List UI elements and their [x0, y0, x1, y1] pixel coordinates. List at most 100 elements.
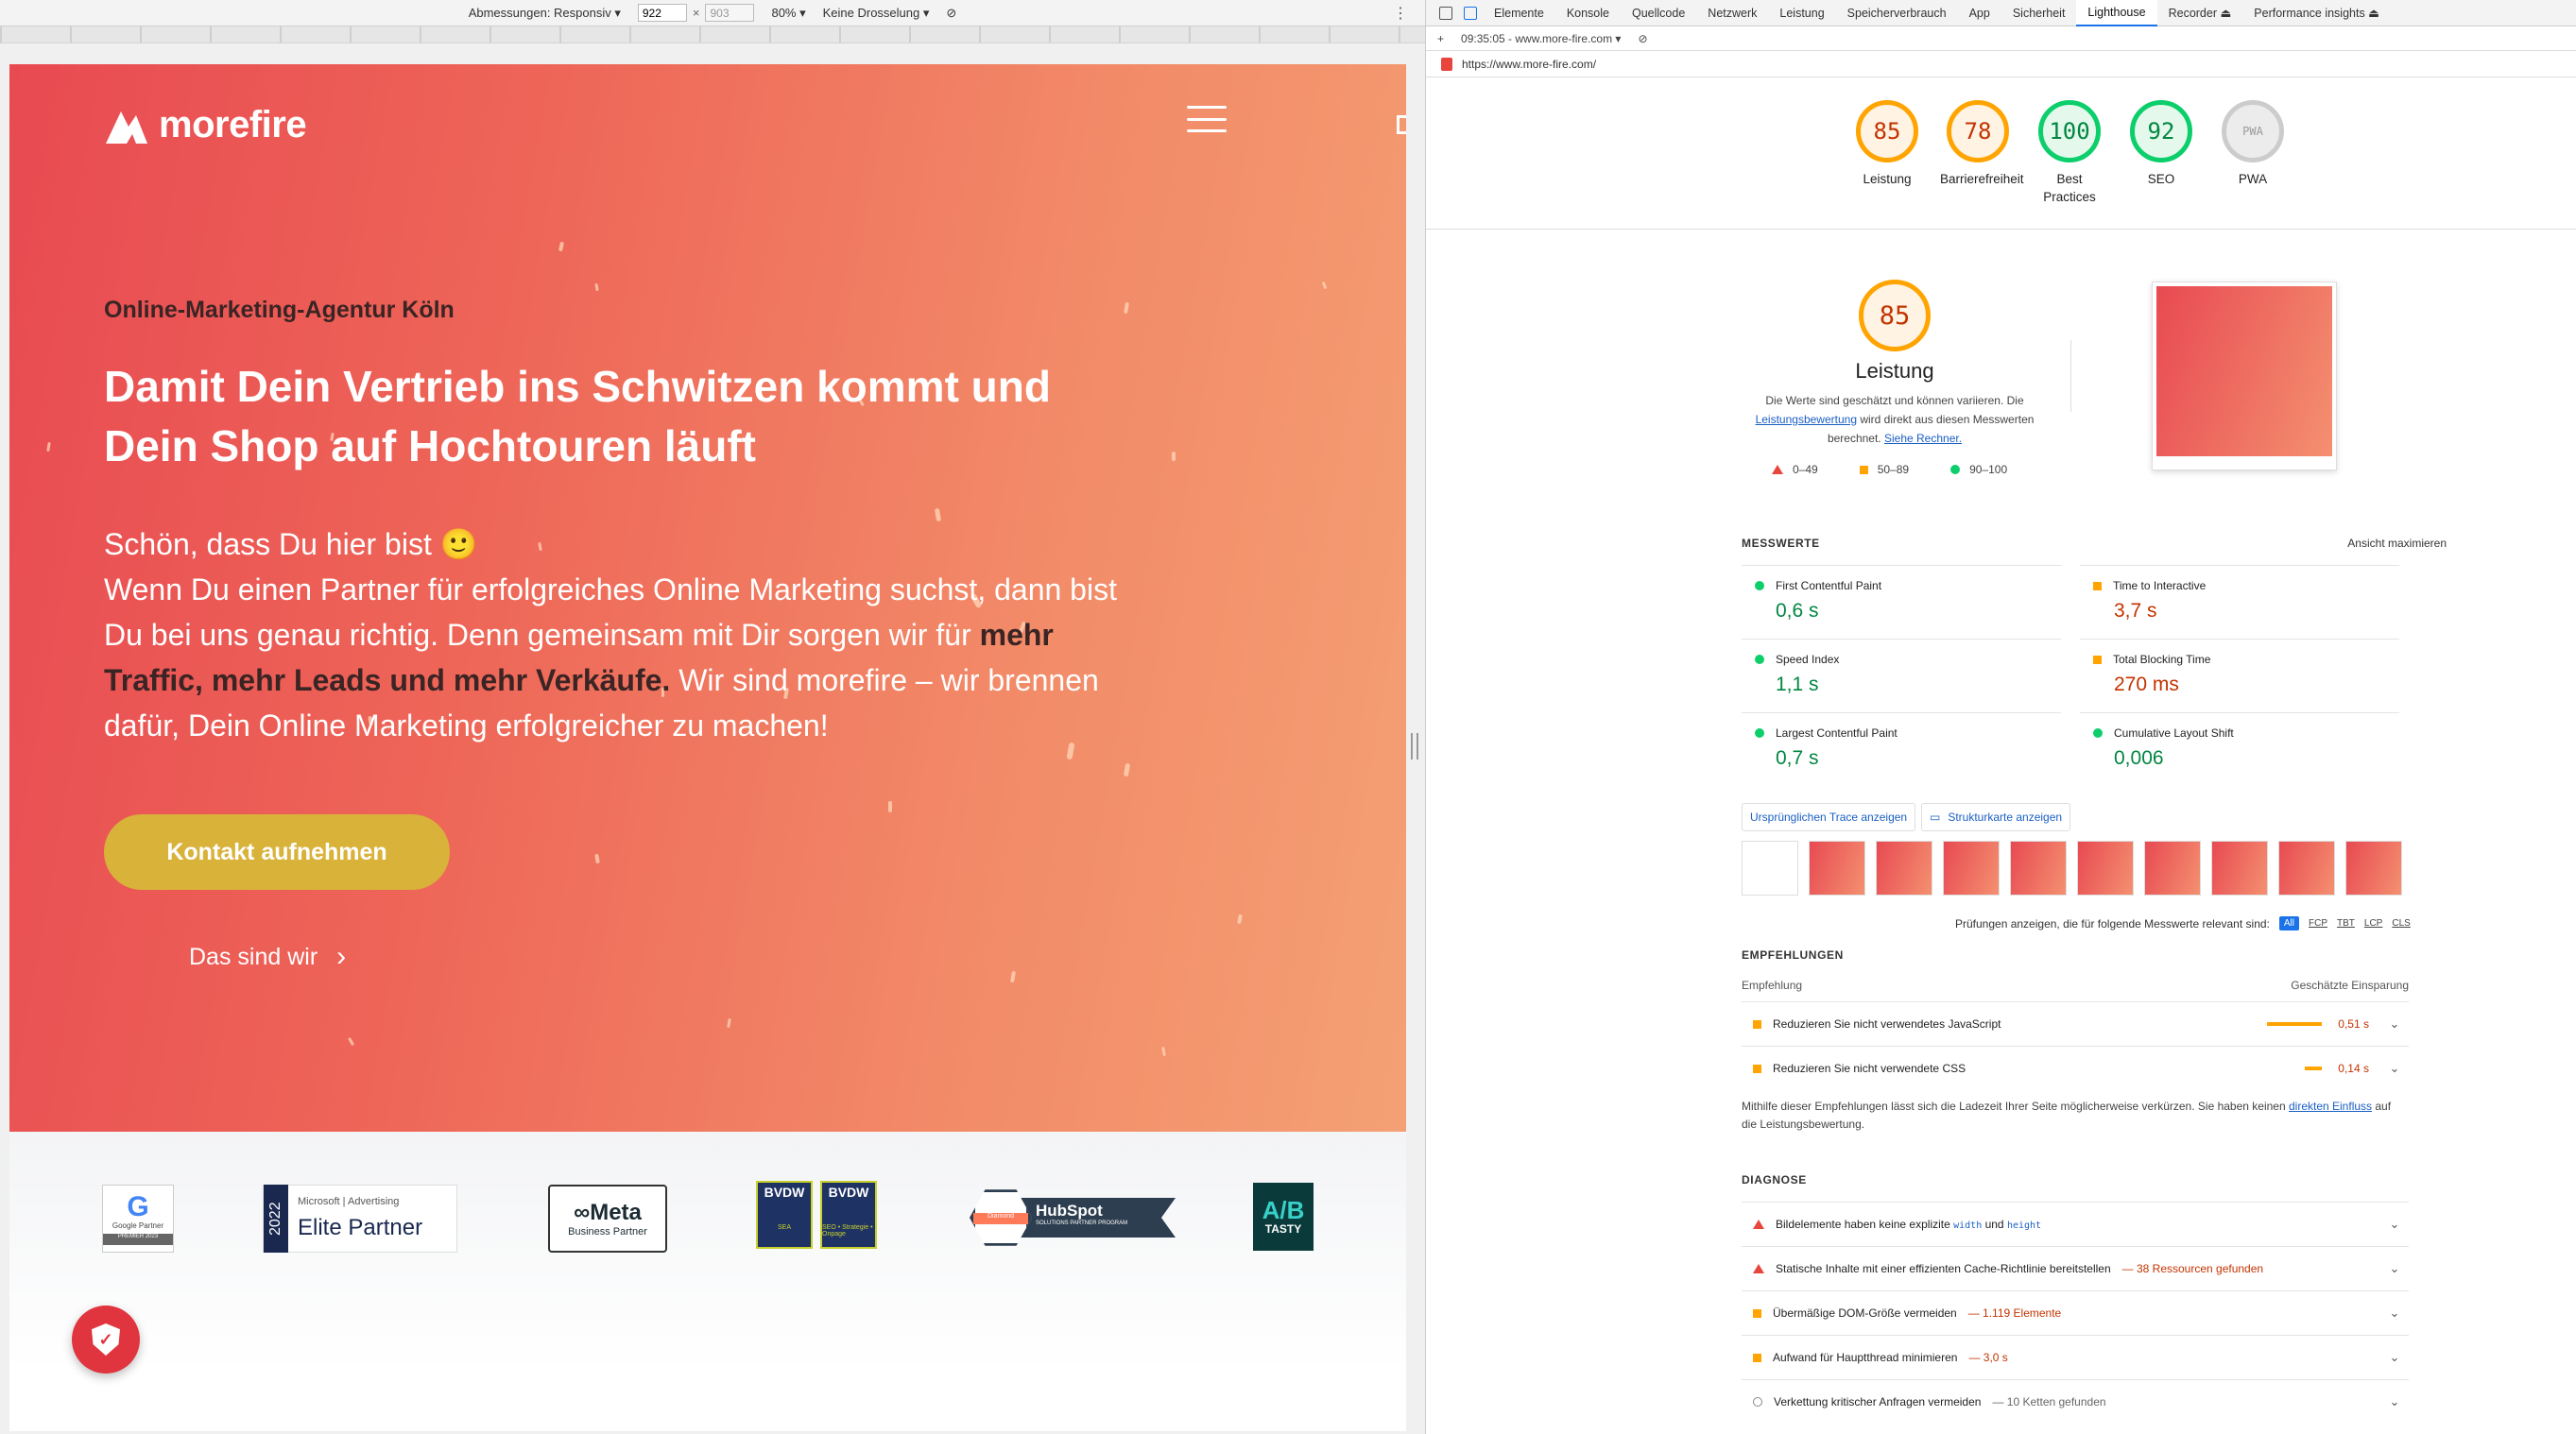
chevron-down-icon[interactable]: ⌄ [2380, 1217, 2409, 1232]
divider [2070, 340, 2071, 412]
audit-title: Reduzieren Sie nicht verwendete CSS [1773, 1062, 1966, 1075]
filmstrip [1742, 841, 2402, 896]
score-label: Leistung [1863, 172, 1912, 186]
metric-item: First Contentful Paint 0,6 s [1742, 565, 2061, 639]
more-icon[interactable]: ⋮ [1393, 4, 1408, 23]
pass-circle-icon [1755, 581, 1764, 590]
average-square-icon [1753, 1353, 1761, 1362]
about-us-link[interactable]: Das sind wir › [189, 941, 346, 973]
audit-unused-css[interactable]: Reduzieren Sie nicht verwendete CSS 0,14… [1742, 1046, 2409, 1090]
google-partner-logo: G Google Partner PREMIER 2023 [102, 1185, 174, 1253]
spark [1237, 913, 1243, 925]
devtools-tab[interactable]: Leistung [1768, 0, 1835, 26]
audit-cache-policy[interactable]: Statische Inhalte mit einer effizienten … [1742, 1246, 2409, 1290]
filmstrip-frame [2278, 841, 2335, 896]
logo-text: morefire [159, 103, 307, 145]
category-score[interactable]: 85 Leistung [1835, 100, 1939, 188]
rotate-icon[interactable]: ⊘ [946, 6, 956, 21]
metric-filter-chip[interactable]: FCP [2309, 918, 2327, 929]
category-score[interactable]: 78 Barrierefreiheit [1926, 100, 2030, 188]
category-score[interactable]: PWA PWA [2201, 100, 2305, 188]
devtools-tab[interactable]: App [1958, 0, 2001, 26]
audit-detail: — 3,0 s [1968, 1351, 2008, 1364]
expand-view-toggle[interactable]: Ansicht maximieren [2276, 537, 2447, 550]
audit-title: Aufwand für Hauptthread minimieren [1773, 1351, 1958, 1364]
spark [1009, 970, 1017, 983]
metric-value: 1,1 s [1776, 674, 1819, 695]
view-treemap-button[interactable]: ▭ Strukturkarte anzeigen [1921, 803, 2071, 831]
throttle-select[interactable]: Keine Drosselung ▾ [823, 6, 930, 21]
category-score[interactable]: 100 Best Practices [2018, 100, 2121, 206]
audit-main-thread[interactable]: Aufwand für Hauptthread minimieren — 3,0… [1742, 1335, 2409, 1379]
view-trace-button[interactable]: Ursprünglichen Trace anzeigen [1742, 803, 1916, 831]
audit-critical-chains[interactable]: Verkettung kritischer Anfragen vermeiden… [1742, 1379, 2409, 1424]
audit-title: Statische Inhalte mit einer effizienten … [1776, 1262, 2111, 1275]
direct-impact-link[interactable]: direkten Einfluss [2289, 1100, 2372, 1113]
score-link[interactable]: Leistungsbewertung [1756, 413, 1857, 426]
chevron-down-icon[interactable]: ⌄ [2380, 1350, 2409, 1365]
abtasty-tasty: TASTY [1264, 1222, 1302, 1236]
devtools-tab[interactable]: Speicherverbrauch [1836, 0, 1958, 26]
report-select[interactable]: 09:35:05 - www.more-fire.com ▾ [1461, 32, 1621, 45]
pass-circle-icon [1755, 655, 1764, 664]
chevron-down-icon[interactable]: ⌄ [2380, 1261, 2409, 1276]
devtools-tab[interactable]: Sicherheit [2001, 0, 2077, 26]
score-label: Best Practices [2043, 172, 2096, 204]
hero-section: morefire Online-Marketing-Agentur Köln D… [9, 64, 1406, 1132]
new-report-icon[interactable]: + [1437, 32, 1444, 45]
bvdw-sea-title: BVDW [764, 1185, 805, 1200]
zoom-select[interactable]: 80% ▾ [771, 6, 805, 21]
spark [1321, 281, 1328, 290]
dimensions-select[interactable]: Abmessungen: Responsiv ▾ [469, 6, 621, 21]
rec-col-right: Geschätzte Einsparung [2291, 979, 2409, 992]
metric-item: Speed Index 1,1 s [1742, 639, 2061, 712]
contact-button[interactable]: Kontakt aufnehmen [104, 814, 450, 890]
abtasty-logo: A/B TASTY [1253, 1183, 1314, 1251]
recommendations-columns: Empfehlung Geschätzte Einsparung [1742, 979, 2409, 992]
metric-name: Time to Interactive [2113, 579, 2207, 592]
devtools-tab[interactable]: Lighthouse [2076, 0, 2157, 26]
fail-triangle-icon [1772, 465, 1783, 474]
devtools-tab[interactable]: Netzwerk [1696, 0, 1768, 26]
metric-value: 0,7 s [1776, 747, 1819, 769]
devtools-tab[interactable]: Performance insights ⏏ [2242, 0, 2391, 26]
chevron-down-icon[interactable]: ⌄ [2380, 1306, 2409, 1321]
devtools-tab[interactable]: Konsole [1555, 0, 1621, 26]
clear-icon[interactable]: ⊘ [1638, 32, 1647, 45]
metric-value: 270 ms [2114, 674, 2179, 695]
metric-value: 3,7 s [2114, 600, 2157, 622]
height-input[interactable] [705, 4, 755, 22]
audit-image-dimensions[interactable]: Bildelemente haben keine explizite width… [1742, 1202, 2409, 1246]
score-gauge: 78 [1947, 100, 2009, 162]
media-query-ruler[interactable] [0, 26, 1425, 43]
view-trace-label: Ursprünglichen Trace anzeigen [1750, 811, 1908, 824]
spark [1123, 301, 1130, 315]
site-logo[interactable]: morefire [104, 102, 307, 147]
ms-year: 2022 [264, 1185, 288, 1253]
spark [594, 282, 599, 292]
metric-filter-chip[interactable]: CLS [2392, 918, 2410, 929]
width-input[interactable] [637, 4, 687, 22]
privacy-settings-button[interactable]: ✓ [72, 1306, 140, 1374]
devtools-tab[interactable]: Quellcode [1621, 0, 1696, 26]
hubspot-partner-logo: HubSpot SOLUTIONS PARTNER PROGRAM Diamond [970, 1186, 1176, 1249]
chevron-down-icon[interactable]: ⌄ [2380, 1394, 2409, 1409]
emulated-viewport: morefire Online-Marketing-Agentur Köln D… [9, 64, 1406, 1431]
devtools-tab[interactable]: Recorder ⏏ [2157, 0, 2243, 26]
metric-filter-chip[interactable]: LCP [2364, 918, 2382, 929]
metric-filter-chip[interactable]: TBT [2337, 918, 2355, 929]
audit-unused-javascript[interactable]: Reduzieren Sie nicht verwendetes JavaScr… [1742, 1001, 2409, 1046]
device-toggle-icon[interactable] [1464, 6, 1477, 20]
final-screenshot[interactable] [2152, 282, 2337, 470]
average-square-icon [2093, 655, 2102, 664]
category-score[interactable]: 92 SEO [2109, 100, 2213, 188]
chevron-down-icon[interactable]: ⌄ [2380, 1016, 2409, 1032]
audit-dom-size[interactable]: Übermäßige DOM-Größe vermeiden — 1.119 E… [1742, 1290, 2409, 1335]
devtools-tab[interactable]: Elemente [1483, 0, 1555, 26]
inspect-element-icon[interactable] [1439, 6, 1452, 20]
calculator-link[interactable]: Siehe Rechner. [1884, 432, 1962, 445]
viewport-resize-handle[interactable] [1411, 733, 1418, 760]
metric-filter-chip[interactable]: All [2278, 916, 2299, 930]
menu-icon[interactable] [1187, 102, 1227, 136]
chevron-down-icon[interactable]: ⌄ [2380, 1061, 2409, 1076]
